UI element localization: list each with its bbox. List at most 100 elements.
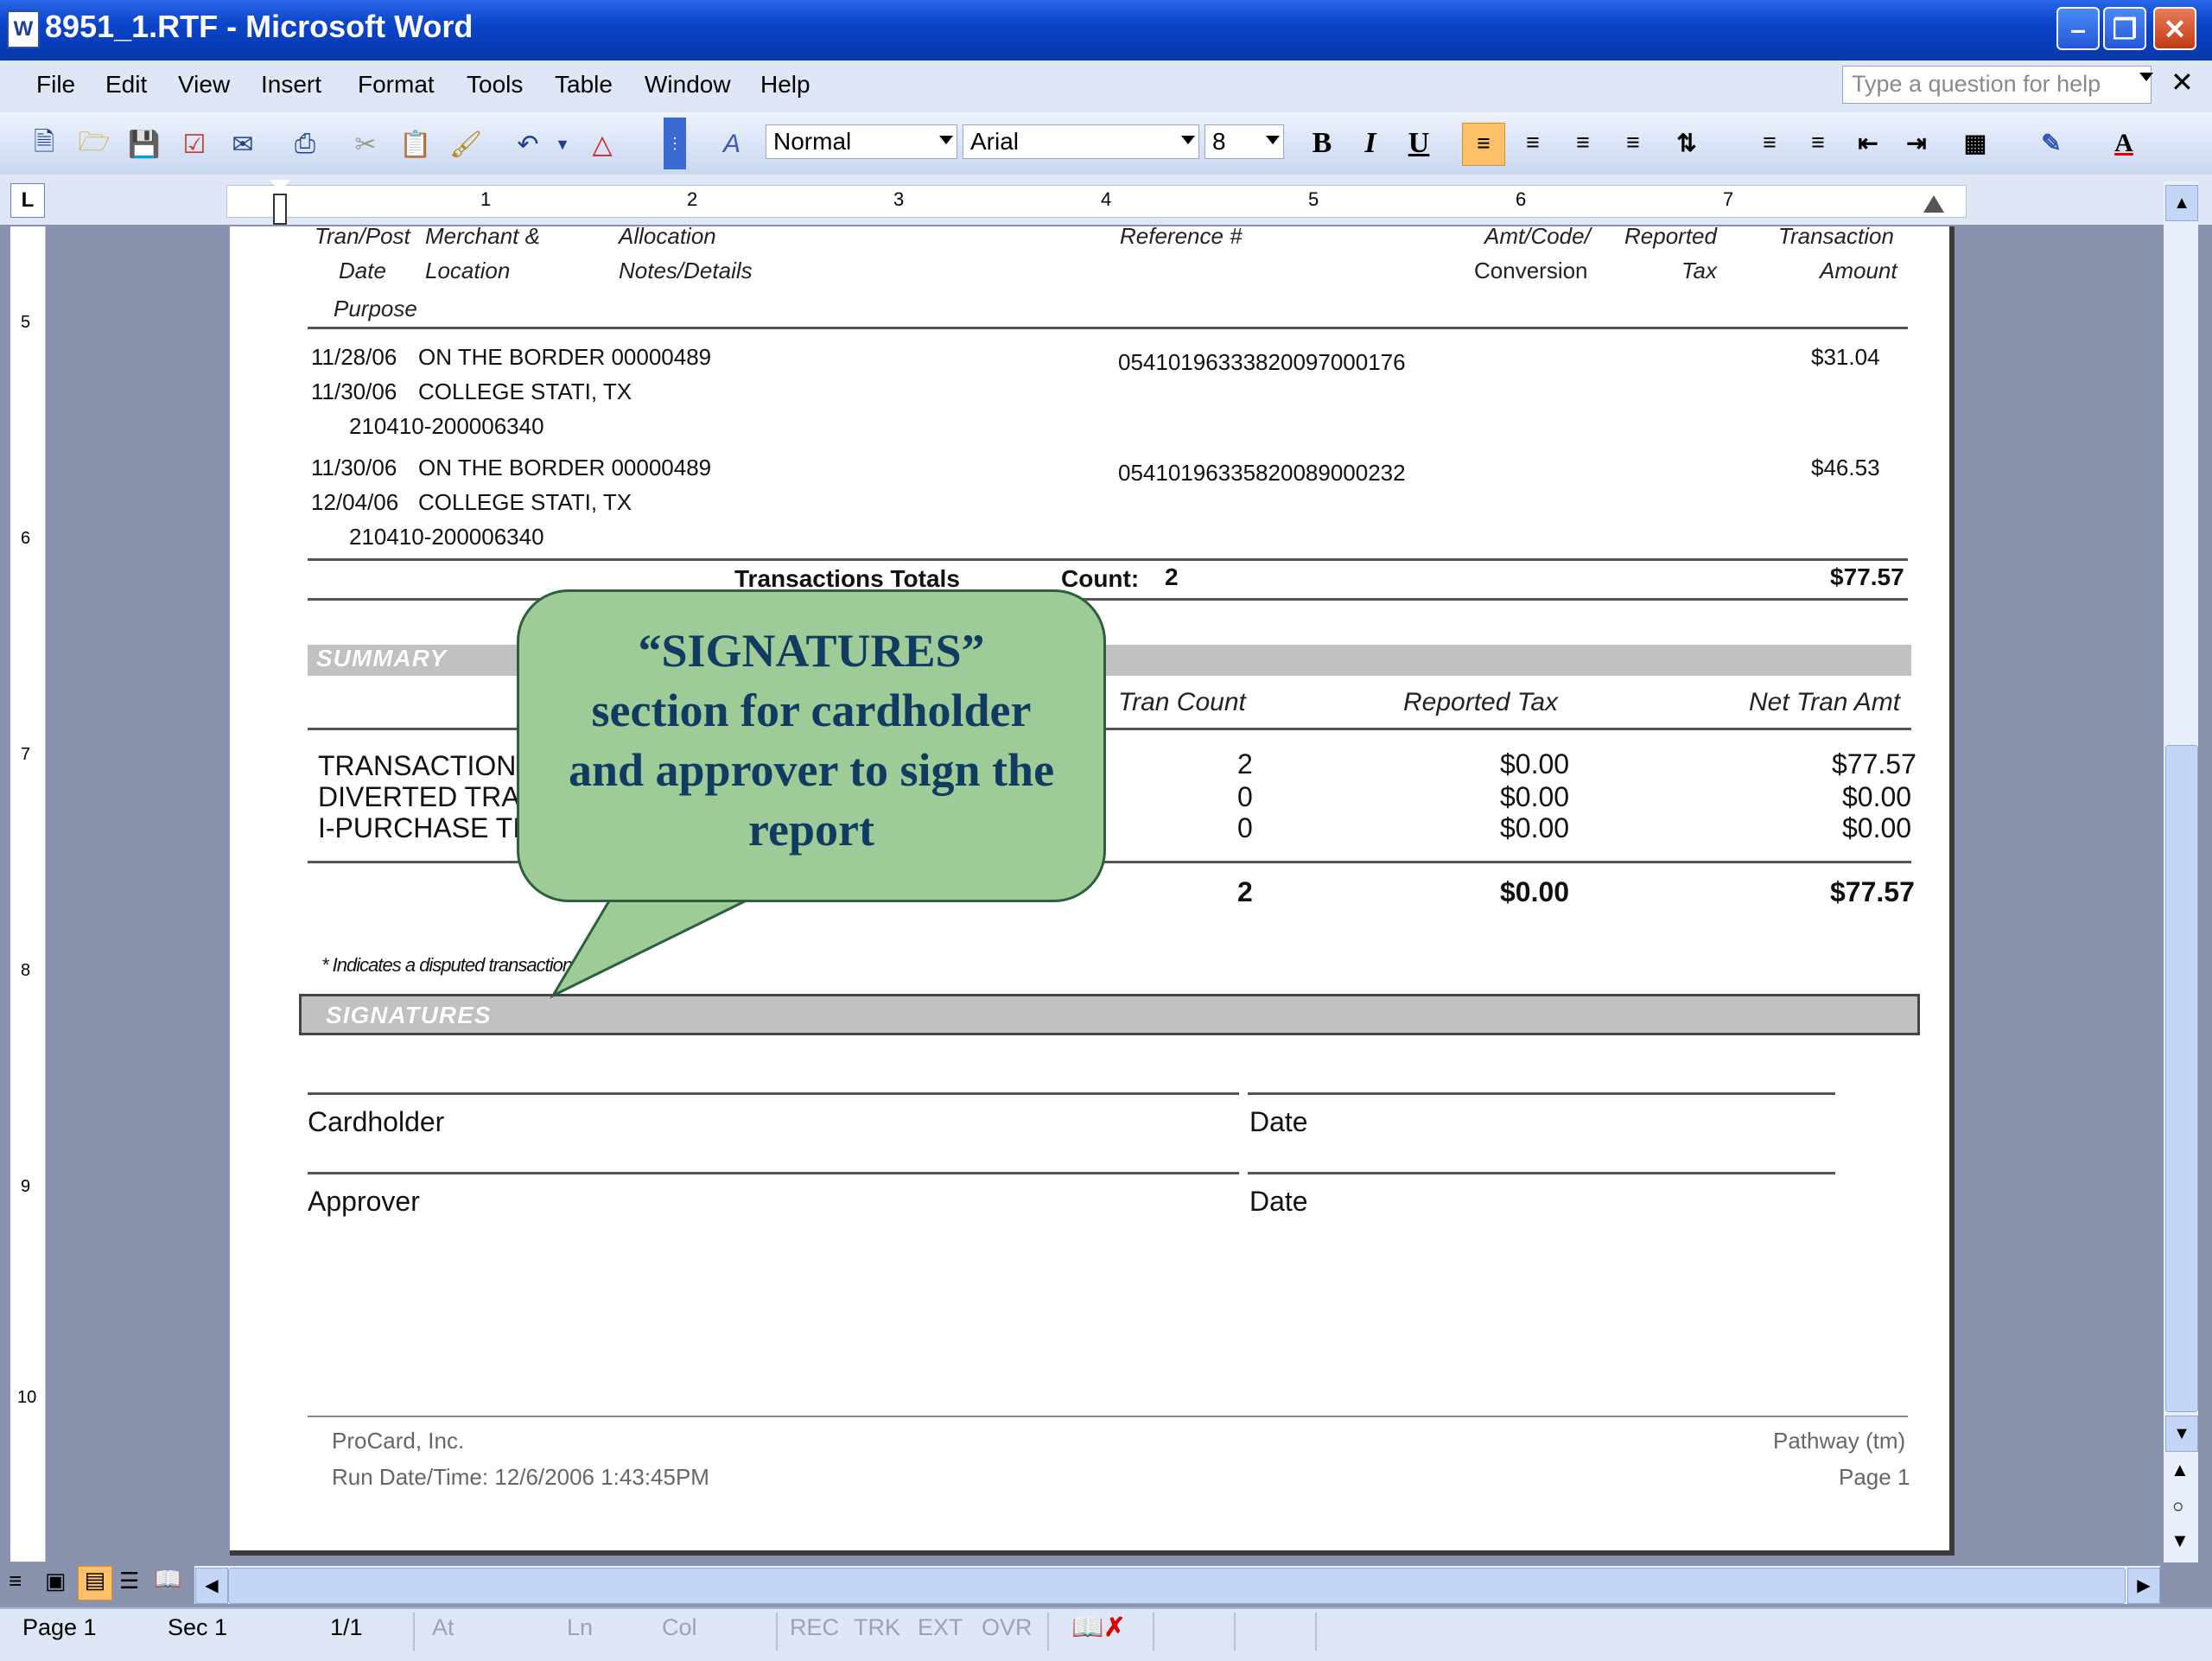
highlight-icon[interactable]: ✎ <box>2031 123 2072 164</box>
status-separator <box>776 1613 778 1651</box>
summary-total-count: 2 <box>1237 876 1253 907</box>
tab-selector-icon[interactable]: L <box>10 183 45 218</box>
status-section[interactable]: Sec 1 <box>168 1614 227 1641</box>
bullets-icon[interactable]: ≡ <box>1797 123 1839 164</box>
menu-insert[interactable]: Insert <box>261 71 321 99</box>
previous-page-icon[interactable]: ▲ <box>2171 1459 2190 1481</box>
cardholder-date-line[interactable] <box>1248 1092 1835 1095</box>
signatures-section-bar: SIGNATURES <box>299 994 1920 1035</box>
italic-button[interactable]: I <box>1350 123 1391 164</box>
word-app-icon[interactable]: W <box>7 10 40 48</box>
cut-icon[interactable]: ✂ <box>347 126 384 162</box>
print-icon[interactable]: ⎙ <box>287 126 323 162</box>
undo-icon[interactable]: ↶ <box>510 126 546 162</box>
align-right-button[interactable]: ≡ <box>1562 123 1604 164</box>
status-separator <box>1153 1613 1154 1651</box>
status-at[interactable]: At <box>432 1614 454 1641</box>
menu-tools[interactable]: Tools <box>467 71 523 99</box>
font-combo[interactable]: Arial <box>963 124 1199 159</box>
decrease-indent-icon[interactable]: ⇤ <box>1847 123 1889 164</box>
status-rec[interactable]: REC <box>790 1614 839 1641</box>
menu-file[interactable]: File <box>36 71 75 99</box>
font-color-icon[interactable]: A <box>2103 123 2145 164</box>
scroll-up-icon[interactable]: ▲ <box>2165 185 2198 221</box>
minimize-button[interactable]: – <box>2056 7 2100 50</box>
font-size-dropdown-icon[interactable] <box>1266 136 1280 144</box>
select-browse-object-icon[interactable]: ○ <box>2172 1495 2183 1518</box>
footer-page: Page 1 <box>1839 1464 1910 1490</box>
print-layout-icon[interactable]: ▤ <box>78 1566 112 1601</box>
approver-signature-line[interactable] <box>308 1172 1239 1174</box>
pdf-icon[interactable]: △ <box>584 126 620 162</box>
status-separator <box>413 1613 415 1651</box>
align-left-button[interactable]: ≡ <box>1462 123 1505 166</box>
permission-icon[interactable]: ☑ <box>176 126 213 162</box>
increase-indent-icon[interactable]: ⇥ <box>1896 123 1937 164</box>
save-icon[interactable]: 💾 <box>126 126 162 162</box>
web-layout-icon[interactable]: ▣ <box>45 1568 67 1594</box>
align-center-button[interactable]: ≡ <box>1512 123 1554 164</box>
toolbar-options-icon[interactable]: ⋮ <box>664 118 686 169</box>
underline-button[interactable]: U <box>1398 123 1440 164</box>
font-dropdown-icon[interactable] <box>1181 136 1195 144</box>
window-title: 8951_1.RTF - Microsoft Word <box>45 9 474 44</box>
numbering-icon[interactable]: ≡ <box>1749 123 1790 164</box>
bold-button[interactable]: B <box>1301 123 1343 164</box>
status-line[interactable]: Ln <box>567 1614 593 1641</box>
style-dropdown-icon[interactable] <box>939 136 953 144</box>
font-size-value: 8 <box>1212 128 1226 155</box>
scroll-left-icon[interactable]: ◀ <box>195 1568 228 1604</box>
right-indent-marker[interactable] <box>1923 195 1944 213</box>
status-column[interactable]: Col <box>662 1614 697 1641</box>
cardholder-date-label: Date <box>1249 1106 1308 1137</box>
help-dropdown-icon[interactable] <box>2139 73 2153 81</box>
styles-icon[interactable]: A <box>714 126 750 162</box>
row2-merchant: ON THE BORDER 00000489 <box>418 455 712 480</box>
footer-run-date: Run Date/Time: 12/6/2006 1:43:45PM <box>332 1464 709 1490</box>
approver-label: Approver <box>308 1186 420 1217</box>
format-painter-icon[interactable]: 🖌 <box>448 126 484 162</box>
menu-table[interactable]: Table <box>555 71 613 99</box>
undo-dropdown-icon[interactable]: ▼ <box>544 126 581 162</box>
reading-layout-icon[interactable]: 📖 <box>154 1566 181 1593</box>
vertical-scroll-thumb[interactable] <box>2165 745 2198 1412</box>
row2-date1: 11/30/06 <box>311 455 397 480</box>
status-ext[interactable]: EXT <box>918 1614 963 1641</box>
outline-view-icon[interactable]: ☰ <box>119 1568 139 1594</box>
menu-window[interactable]: Window <box>645 71 731 99</box>
document-page[interactable]: Tran/Post Date Purpose Merchant & Locati… <box>230 223 1955 1556</box>
menu-edit[interactable]: Edit <box>105 71 147 99</box>
first-line-indent-marker[interactable] <box>270 180 290 192</box>
status-trk[interactable]: TRK <box>854 1614 900 1641</box>
horizontal-scroll-thumb[interactable] <box>228 1568 2126 1604</box>
menu-format[interactable]: Format <box>358 71 435 99</box>
scroll-right-icon[interactable]: ▶ <box>2127 1568 2160 1604</box>
close-document-icon[interactable]: ✕ <box>2171 66 2194 99</box>
email-icon[interactable]: ✉ <box>225 126 261 162</box>
spelling-grammar-icon[interactable]: 📖✗ <box>1071 1613 1126 1643</box>
new-document-icon[interactable]: 🗎 <box>26 126 62 162</box>
left-indent-marker[interactable] <box>273 194 287 225</box>
normal-view-icon[interactable]: ≡ <box>9 1568 22 1594</box>
line-spacing-icon[interactable]: ⇅ <box>1666 123 1707 164</box>
status-ovr[interactable]: OVR <box>982 1614 1033 1641</box>
borders-icon[interactable]: ▦ <box>1955 123 1996 164</box>
ruler-number: 6 <box>1516 188 1527 210</box>
close-button[interactable]: ✕ <box>2153 7 2196 50</box>
menu-view[interactable]: View <box>178 71 230 99</box>
font-size-combo[interactable]: 8 <box>1205 124 1284 159</box>
next-page-icon[interactable]: ▼ <box>2171 1530 2190 1552</box>
paste-icon[interactable]: 📋 <box>397 126 434 162</box>
open-folder-icon[interactable]: 🗁 <box>76 126 112 162</box>
scroll-down-icon[interactable]: ▼ <box>2165 1416 2198 1452</box>
restore-button[interactable]: ❐ <box>2103 7 2146 50</box>
approver-date-line[interactable] <box>1248 1172 1835 1174</box>
help-question-input[interactable]: Type a question for help <box>1842 66 2152 104</box>
status-page[interactable]: Page 1 <box>22 1614 97 1641</box>
justify-button[interactable]: ≡ <box>1612 123 1654 164</box>
vertical-ruler[interactable] <box>10 226 46 1562</box>
cardholder-signature-line[interactable] <box>308 1092 1239 1095</box>
style-combo[interactable]: Normal <box>766 124 957 159</box>
status-pages[interactable]: 1/1 <box>330 1614 363 1641</box>
menu-help[interactable]: Help <box>760 71 810 99</box>
